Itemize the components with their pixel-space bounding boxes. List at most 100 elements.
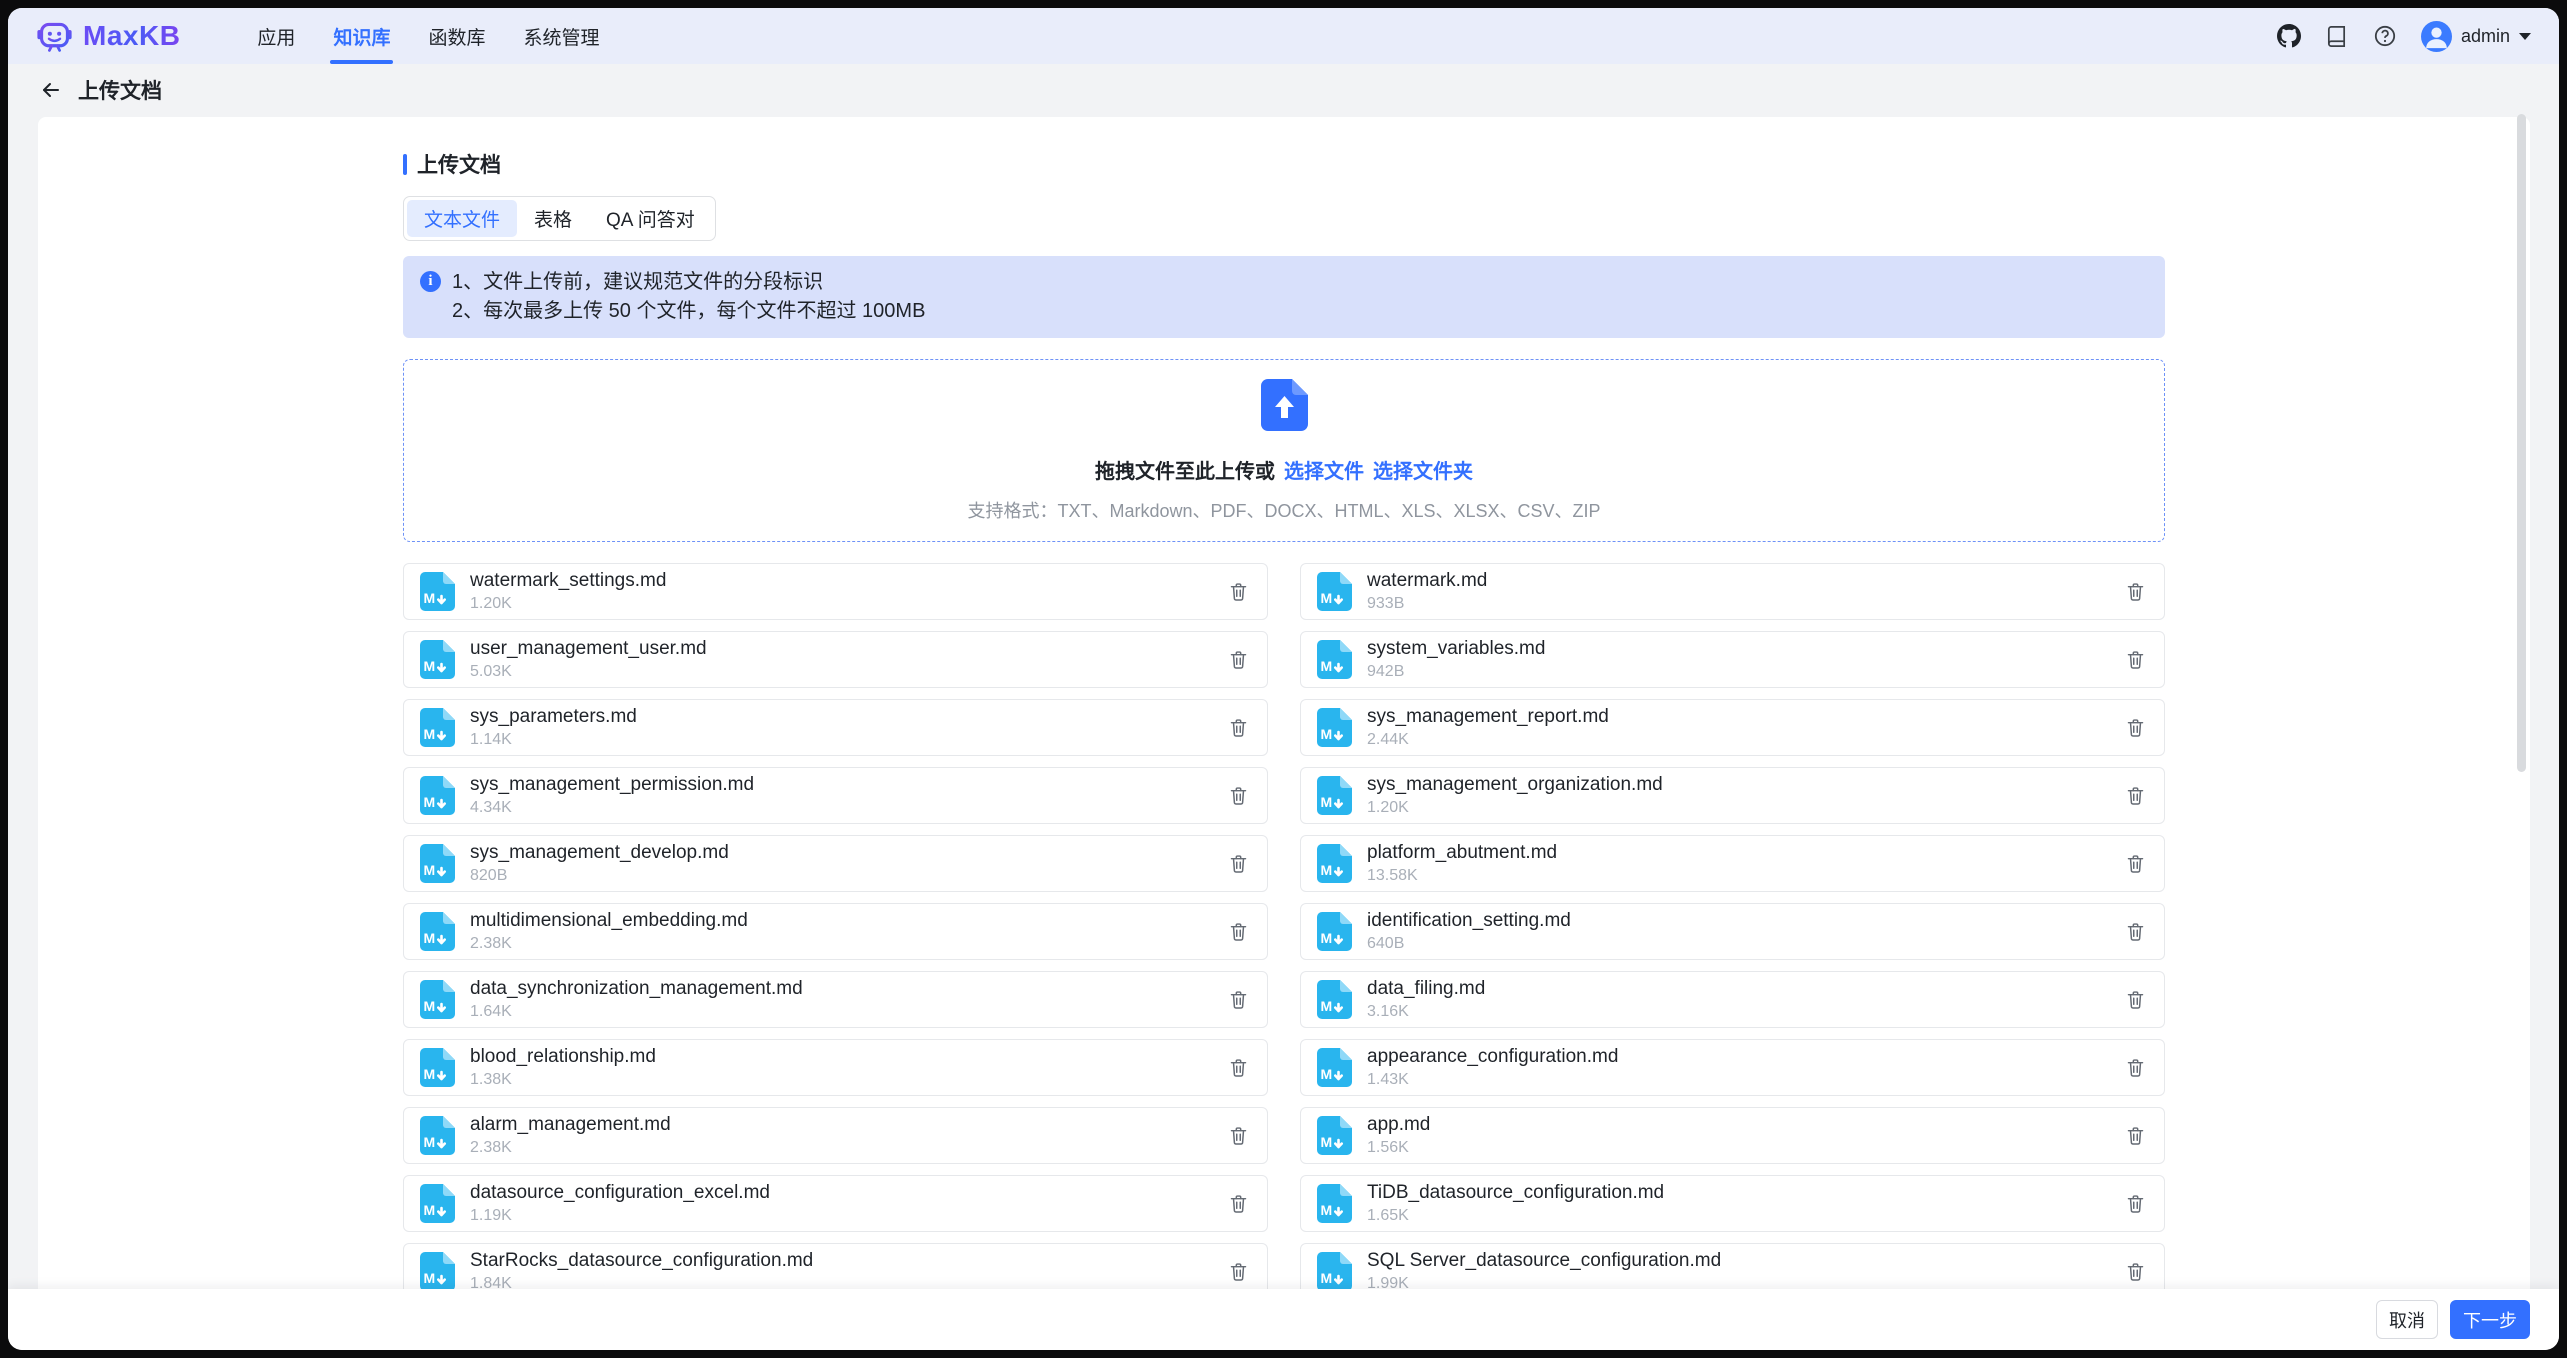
file-list-item: M app.md 1.56K	[1300, 1107, 2165, 1164]
delete-file-icon[interactable]	[1225, 851, 1251, 877]
svg-text:M: M	[1321, 930, 1333, 946]
delete-file-icon[interactable]	[1225, 919, 1251, 945]
delete-file-icon[interactable]	[1225, 1191, 1251, 1217]
delete-file-icon[interactable]	[2122, 1123, 2148, 1149]
vertical-scrollbar[interactable]	[2517, 114, 2526, 772]
markdown-file-icon: M	[420, 1048, 455, 1087]
svg-text:M: M	[1321, 1202, 1333, 1218]
file-column-right: M watermark.md 933B M system_variables.m…	[1300, 563, 2165, 1350]
tab-item[interactable]: 表格	[517, 200, 589, 237]
select-folder-link[interactable]: 选择文件夹	[1373, 461, 1473, 483]
svg-text:M: M	[1321, 1270, 1333, 1286]
delete-file-icon[interactable]	[2122, 1259, 2148, 1285]
svg-text:M: M	[424, 590, 436, 606]
svg-text:M: M	[424, 1066, 436, 1082]
svg-text:M: M	[1321, 590, 1333, 606]
upload-file-icon	[1261, 379, 1308, 431]
file-name: SQL Server_datasource_configuration.md	[1367, 1250, 1721, 1272]
file-name: TiDB_datasource_configuration.md	[1367, 1182, 1664, 1204]
file-list-item: M blood_relationship.md 1.38K	[403, 1039, 1268, 1096]
file-size: 13.58K	[1367, 867, 1557, 885]
nav-item[interactable]: 系统管理	[504, 8, 618, 64]
file-size: 1.56K	[1367, 1139, 1430, 1157]
markdown-file-icon: M	[420, 980, 455, 1019]
file-list-item: M TiDB_datasource_configuration.md 1.65K	[1300, 1175, 2165, 1232]
file-list-item: M sys_parameters.md 1.14K	[403, 699, 1268, 756]
delete-file-icon[interactable]	[2122, 851, 2148, 877]
top-navbar: MaxKB 应用知识库函数库系统管理 admin	[8, 8, 2559, 64]
info-icon: i	[420, 271, 441, 292]
file-list-item: M system_variables.md 942B	[1300, 631, 2165, 688]
user-menu[interactable]: admin	[2421, 21, 2531, 52]
delete-file-icon[interactable]	[2122, 579, 2148, 605]
tab-item[interactable]: 文本文件	[407, 200, 517, 237]
markdown-file-icon: M	[420, 708, 455, 747]
delete-file-icon[interactable]	[1225, 1055, 1251, 1081]
file-list-item: M watermark.md 933B	[1300, 563, 2165, 620]
file-name: sys_management_permission.md	[470, 774, 754, 796]
delete-file-icon[interactable]	[2122, 1055, 2148, 1081]
markdown-file-icon: M	[420, 1116, 455, 1155]
delete-file-icon[interactable]	[1225, 1123, 1251, 1149]
file-list-item: M platform_abutment.md 13.58K	[1300, 835, 2165, 892]
file-name: sys_management_develop.md	[470, 842, 729, 864]
file-list-item: M identification_setting.md 640B	[1300, 903, 2165, 960]
svg-text:M: M	[1321, 998, 1333, 1014]
markdown-file-icon: M	[420, 912, 455, 951]
file-list-item: M watermark_settings.md 1.20K	[403, 563, 1268, 620]
delete-file-icon[interactable]	[2122, 919, 2148, 945]
markdown-file-icon: M	[1317, 572, 1352, 611]
main-card: 上传文档 文本文件表格QA 问答对 i 1、文件上传前，建议规范文件的分段标识 …	[38, 117, 2530, 1350]
github-icon[interactable]	[2277, 24, 2301, 48]
section-title-bar	[403, 154, 407, 175]
notice-line-2: 2、每次最多上传 50 个文件，每个文件不超过 100MB	[452, 297, 925, 326]
help-icon[interactable]	[2373, 24, 2397, 48]
markdown-file-icon: M	[1317, 912, 1352, 951]
svg-text:M: M	[424, 1134, 436, 1150]
tab-item[interactable]: QA 问答对	[589, 200, 712, 237]
delete-file-icon[interactable]	[2122, 715, 2148, 741]
brand[interactable]: MaxKB	[36, 18, 180, 55]
file-list-item: M user_management_user.md 5.03K	[403, 631, 1268, 688]
notice-line-1: 1、文件上传前，建议规范文件的分段标识	[452, 268, 925, 297]
cancel-button[interactable]: 取消	[2376, 1300, 2438, 1339]
next-step-button[interactable]: 下一步	[2450, 1300, 2530, 1339]
dropzone-text: 拖拽文件至此上传或	[1095, 461, 1275, 483]
navbar-right: admin	[2277, 21, 2531, 52]
delete-file-icon[interactable]	[2122, 783, 2148, 809]
svg-text:M: M	[1321, 794, 1333, 810]
select-file-link[interactable]: 选择文件	[1284, 461, 1364, 483]
file-dropzone[interactable]: 拖拽文件至此上传或选择文件选择文件夹 支持格式：TXT、Markdown、PDF…	[403, 359, 2165, 542]
delete-file-icon[interactable]	[1225, 1259, 1251, 1285]
back-button[interactable]	[38, 77, 64, 103]
delete-file-icon[interactable]	[1225, 987, 1251, 1013]
file-name: user_management_user.md	[470, 638, 707, 660]
delete-file-icon[interactable]	[2122, 1191, 2148, 1217]
delete-file-icon[interactable]	[2122, 647, 2148, 673]
file-name: watermark.md	[1367, 570, 1487, 592]
nav-item[interactable]: 函数库	[409, 8, 504, 64]
nav-item[interactable]: 知识库	[314, 8, 409, 64]
delete-file-icon[interactable]	[1225, 647, 1251, 673]
markdown-file-icon: M	[420, 640, 455, 679]
file-size: 1.65K	[1367, 1207, 1664, 1225]
nav-item[interactable]: 应用	[238, 8, 314, 64]
file-name: data_synchronization_management.md	[470, 978, 803, 1000]
file-list-item: M sys_management_organization.md 1.20K	[1300, 767, 2165, 824]
file-name: data_filing.md	[1367, 978, 1485, 1000]
markdown-file-icon: M	[1317, 1252, 1352, 1291]
delete-file-icon[interactable]	[2122, 987, 2148, 1013]
page-header: 上传文档	[8, 64, 2559, 116]
file-size: 1.20K	[1367, 799, 1663, 817]
upload-notice: i 1、文件上传前，建议规范文件的分段标识 2、每次最多上传 50 个文件，每个…	[403, 256, 2165, 338]
svg-text:M: M	[424, 998, 436, 1014]
file-list-item: M alarm_management.md 2.38K	[403, 1107, 1268, 1164]
file-name: sys_management_organization.md	[1367, 774, 1663, 796]
delete-file-icon[interactable]	[1225, 783, 1251, 809]
delete-file-icon[interactable]	[1225, 715, 1251, 741]
file-name: sys_management_report.md	[1367, 706, 1609, 728]
docs-icon[interactable]	[2325, 24, 2349, 48]
delete-file-icon[interactable]	[1225, 579, 1251, 605]
markdown-file-icon: M	[1317, 1184, 1352, 1223]
markdown-file-icon: M	[1317, 980, 1352, 1019]
